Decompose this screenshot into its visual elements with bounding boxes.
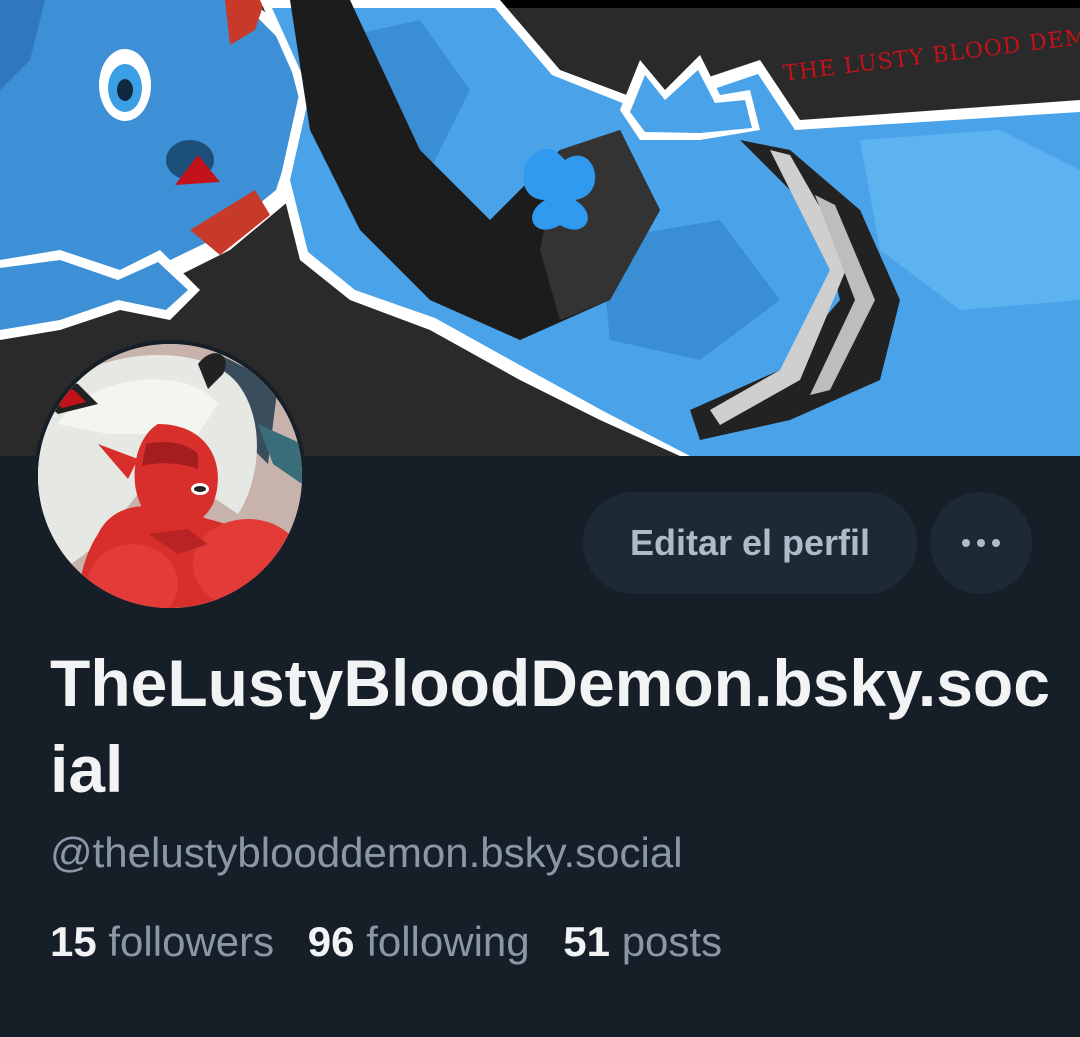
profile-stats: 15 followers 96 following 51 posts — [50, 914, 744, 970]
ellipsis-icon — [962, 539, 1000, 547]
edit-profile-label: Editar el perfil — [629, 522, 871, 563]
avatar[interactable] — [34, 340, 306, 612]
following-stat[interactable]: 96 following — [308, 918, 530, 965]
followers-count: 15 — [50, 918, 97, 965]
posts-stat: 51 posts — [563, 918, 722, 965]
posts-label: posts — [621, 918, 723, 965]
posts-count: 51 — [563, 918, 611, 965]
edit-profile-button[interactable]: Editar el perfil — [583, 492, 917, 594]
display-name: TheLustyBloodDemon.bsky.social — [50, 646, 1050, 806]
following-count: 96 — [307, 918, 355, 965]
avatar-image — [38, 344, 302, 608]
profile-handle: @thelustyblooddemon.bsky.social — [50, 829, 683, 876]
more-options-button[interactable] — [930, 492, 1032, 594]
following-label: following — [366, 918, 530, 965]
followers-label: followers — [108, 918, 275, 965]
followers-stat[interactable]: 15 followers — [50, 918, 274, 965]
